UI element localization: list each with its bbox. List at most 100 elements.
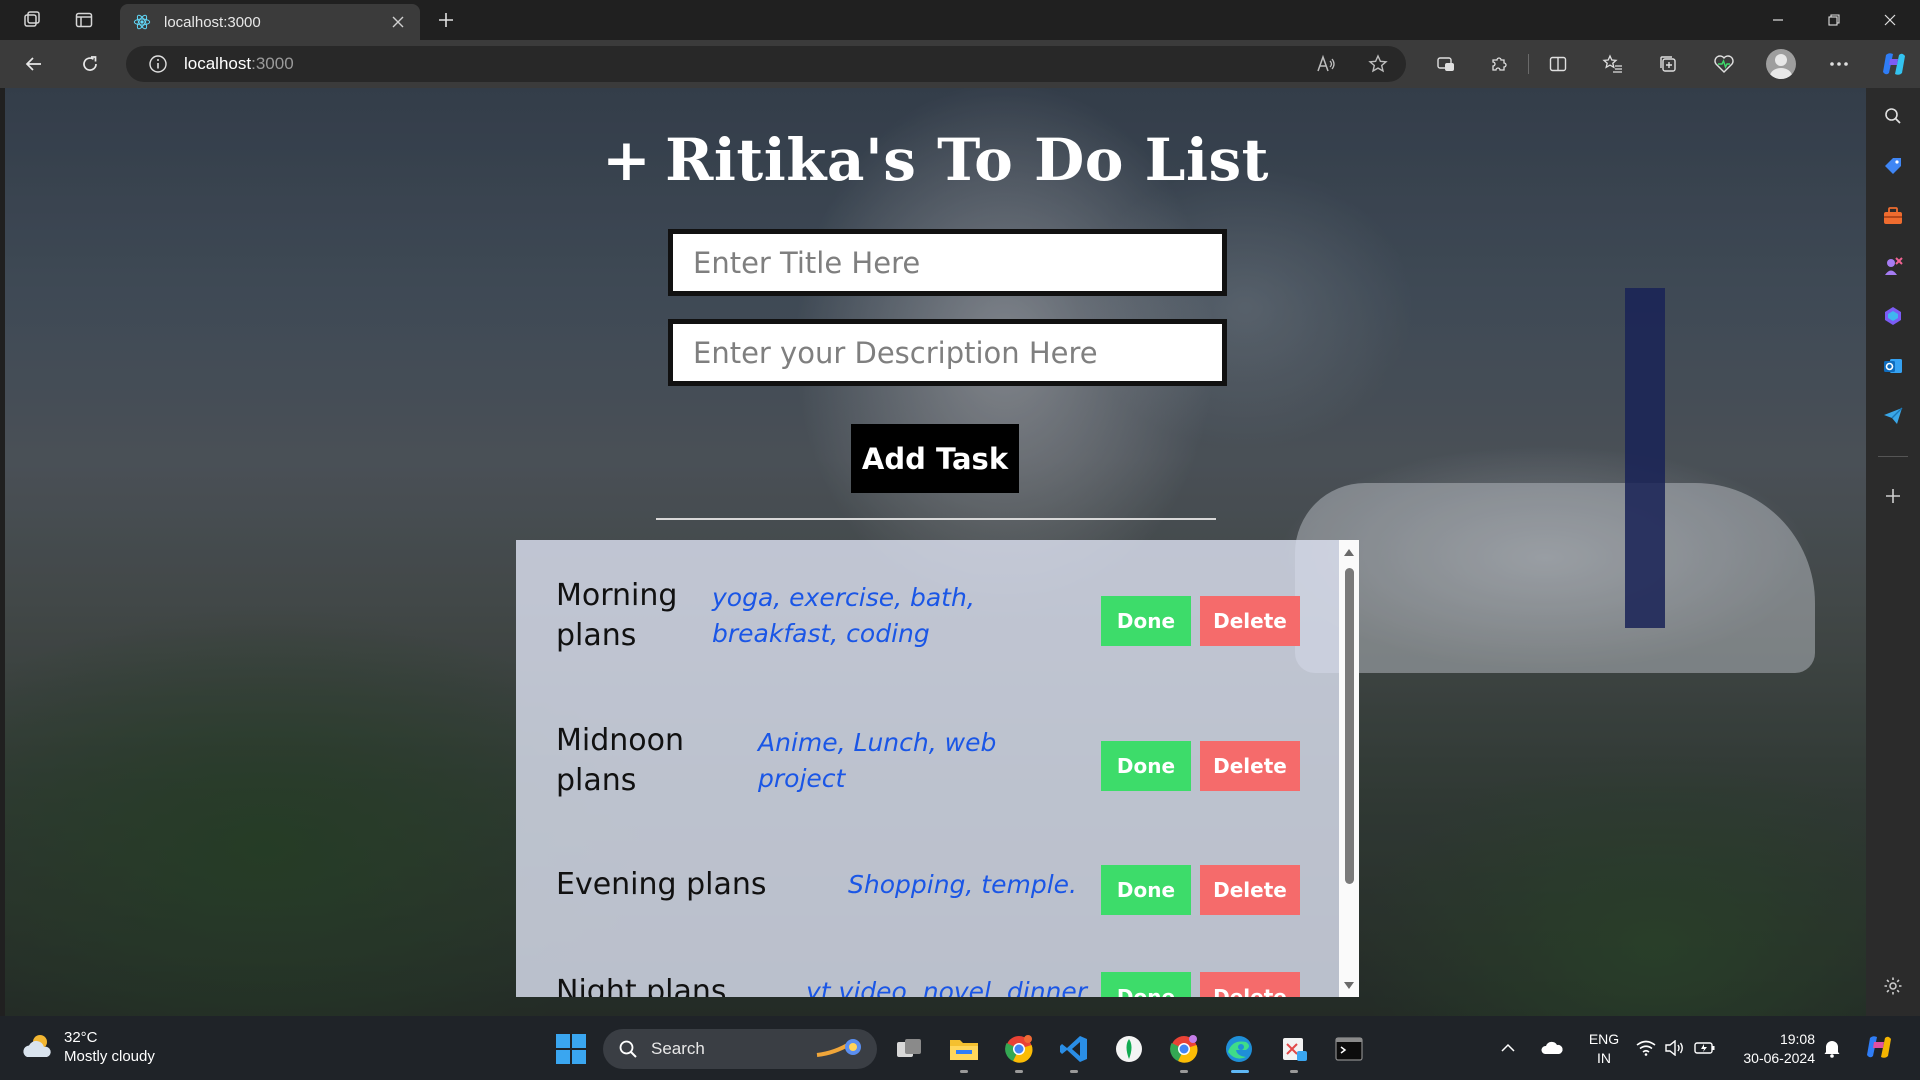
- edge-icon[interactable]: [1222, 1032, 1256, 1066]
- done-button[interactable]: Done: [1101, 741, 1191, 791]
- url-host: localhost: [184, 54, 252, 73]
- weather-temperature: 32°C: [64, 1029, 98, 1046]
- restore-icon[interactable]: [1804, 0, 1864, 40]
- terminal-icon[interactable]: [1332, 1032, 1366, 1066]
- read-aloud-icon[interactable]: [1313, 50, 1341, 78]
- profile-avatar[interactable]: [1766, 49, 1796, 79]
- tab-title: localhost:3000: [164, 13, 261, 31]
- done-button[interactable]: Done: [1101, 865, 1191, 915]
- active-tab[interactable]: localhost:3000: [120, 4, 420, 40]
- sidebar-settings-gear-icon[interactable]: [1879, 972, 1907, 1000]
- outlook-icon[interactable]: [1879, 352, 1907, 380]
- task-title: Morning plans: [556, 578, 678, 653]
- copilot-taskbar-icon[interactable]: [1864, 1016, 1898, 1080]
- wifi-icon[interactable]: [1636, 1016, 1660, 1080]
- vscode-icon[interactable]: [1057, 1032, 1091, 1066]
- mongodb-compass-icon[interactable]: [1112, 1032, 1146, 1066]
- scroll-down-arrow-icon[interactable]: [1343, 980, 1355, 990]
- tools-briefcase-icon[interactable]: [1879, 202, 1907, 230]
- tab-actions-icon[interactable]: [68, 6, 100, 34]
- task-row: Morning plans yoga, exercise, bath, brea…: [516, 576, 1336, 696]
- delete-button[interactable]: Delete: [1200, 972, 1300, 997]
- split-screen-icon[interactable]: [1542, 49, 1574, 79]
- running-indicator: [1290, 1070, 1298, 1073]
- sidebar-add-icon[interactable]: [1879, 482, 1907, 510]
- chrome-icon[interactable]: [1002, 1032, 1036, 1066]
- copilot-icon[interactable]: [1878, 49, 1910, 79]
- notification-bell-icon[interactable]: [1823, 1016, 1847, 1080]
- close-tab-icon[interactable]: [388, 12, 408, 32]
- telegram-send-icon[interactable]: [1879, 402, 1907, 430]
- games-icon[interactable]: [1879, 252, 1907, 280]
- todo-app: +Ritika's To Do List Add Task Morning pl…: [5, 88, 1866, 1016]
- snipping-tool-icon[interactable]: [1277, 1032, 1311, 1066]
- system-clock[interactable]: 19:08 30-06-2024: [1735, 1030, 1815, 1068]
- task-title: Midnoon plans: [556, 723, 684, 798]
- react-logo-icon: [132, 12, 152, 32]
- task-list[interactable]: Morning plans yoga, exercise, bath, brea…: [516, 540, 1359, 997]
- title-plus-sign: +: [602, 126, 652, 194]
- language-indicator[interactable]: ENG IN: [1584, 1030, 1624, 1068]
- volume-speaker-icon[interactable]: [1664, 1016, 1688, 1080]
- favorites-list-icon[interactable]: [1597, 49, 1629, 79]
- browser-tab-bar: localhost:3000: [0, 0, 1920, 40]
- sidebar-divider: [1878, 456, 1908, 457]
- scrollbar-thumb[interactable]: [1345, 568, 1354, 884]
- task-description: Anime, Lunch, web project: [758, 728, 997, 793]
- delete-button[interactable]: Delete: [1200, 741, 1300, 791]
- tracking-prevention-icon[interactable]: [1430, 49, 1462, 79]
- browser-essentials-icon[interactable]: [1708, 49, 1740, 79]
- microsoft-365-icon[interactable]: [1879, 302, 1907, 330]
- add-task-button[interactable]: Add Task: [851, 424, 1019, 493]
- sidebar-search-icon[interactable]: [1879, 102, 1907, 130]
- file-explorer-icon[interactable]: [947, 1032, 981, 1066]
- running-indicator: [1015, 1070, 1023, 1073]
- back-arrow-icon[interactable]: [18, 49, 50, 79]
- task-title: Evening plans: [556, 867, 767, 902]
- refresh-icon[interactable]: [74, 49, 106, 79]
- task-title: Night plans: [556, 974, 727, 997]
- title-text: Ritika's To Do List: [665, 126, 1269, 194]
- chrome-profile-icon[interactable]: [1167, 1032, 1201, 1066]
- workspaces-icon[interactable]: [16, 6, 48, 34]
- shopping-tag-icon[interactable]: [1879, 152, 1907, 180]
- delete-button[interactable]: Delete: [1200, 596, 1300, 646]
- running-indicator: [1070, 1070, 1078, 1073]
- task-description: Shopping, temple.: [848, 870, 1077, 899]
- weather-widget[interactable]: 32°C Mostly cloudy: [20, 1028, 155, 1066]
- scroll-up-arrow-icon[interactable]: [1343, 547, 1355, 557]
- list-scrollbar[interactable]: [1339, 540, 1359, 997]
- extensions-puzzle-icon[interactable]: [1483, 49, 1515, 79]
- page-title: + Ritika's To Do List: [5, 126, 1866, 194]
- done-button[interactable]: Done: [1101, 972, 1191, 997]
- battery-charging-icon[interactable]: [1694, 1016, 1720, 1080]
- close-window-icon[interactable]: [1860, 0, 1920, 40]
- browser-sidebar: [1866, 88, 1920, 1016]
- toolbar-divider: [1528, 54, 1529, 74]
- new-tab-icon[interactable]: [430, 6, 462, 34]
- task-description: yt video, novel, dinner: [806, 977, 1088, 997]
- minimize-icon[interactable]: [1748, 0, 1808, 40]
- delete-button[interactable]: Delete: [1200, 865, 1300, 915]
- page-viewport: +Ritika's To Do List Add Task Morning pl…: [5, 88, 1866, 1016]
- clock-date: 30-06-2024: [1743, 1050, 1815, 1066]
- favorite-star-icon[interactable]: [1364, 50, 1392, 78]
- more-options-icon[interactable]: [1823, 49, 1855, 79]
- language-primary: ENG: [1588, 1031, 1620, 1047]
- task-view-icon[interactable]: [892, 1032, 926, 1066]
- done-button[interactable]: Done: [1101, 596, 1191, 646]
- running-indicator: [1180, 1070, 1188, 1073]
- windows-start-icon[interactable]: [555, 1033, 587, 1065]
- title-input[interactable]: [668, 229, 1227, 296]
- search-highlight-comet-icon: [811, 1035, 867, 1063]
- description-input[interactable]: [668, 319, 1227, 386]
- collections-icon[interactable]: [1652, 49, 1684, 79]
- address-bar[interactable]: localhost:3000: [126, 46, 1406, 82]
- url-port: :3000: [251, 54, 294, 73]
- language-secondary: IN: [1597, 1050, 1611, 1066]
- site-info-icon[interactable]: [146, 52, 170, 76]
- taskbar-search[interactable]: Search: [603, 1029, 877, 1069]
- task-row: Night plans yt video, novel, dinner Done…: [516, 972, 1336, 997]
- onedrive-cloud-icon[interactable]: [1540, 1016, 1570, 1080]
- show-hidden-icons-chevron-icon[interactable]: [1500, 1016, 1524, 1080]
